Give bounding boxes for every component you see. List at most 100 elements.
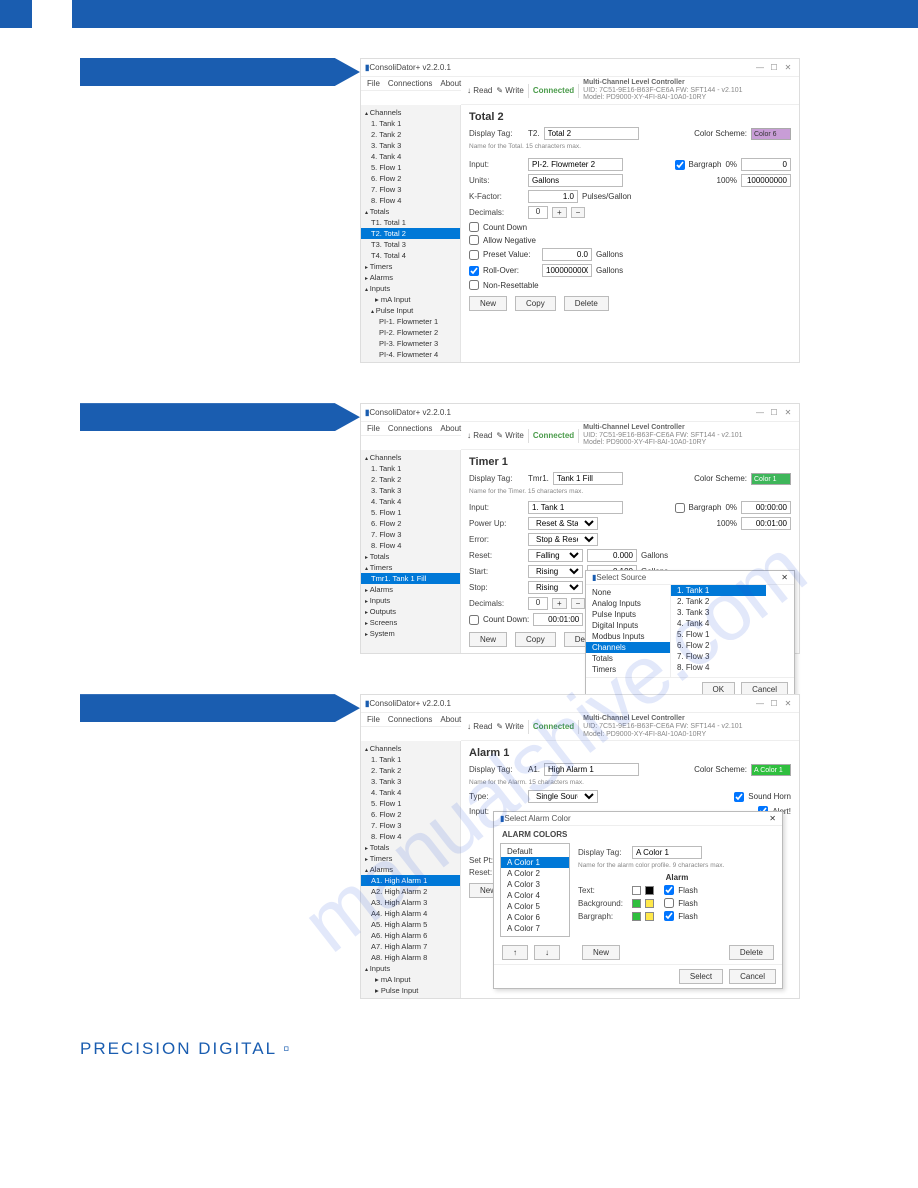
list-item[interactable]: 7. Flow 3 [671,651,766,662]
bargraph-check[interactable] [675,160,685,170]
source-type-list[interactable]: None Analog Inputs Pulse Inputs Digital … [586,585,671,677]
tree-item[interactable]: 4. Tank 4 [361,496,460,507]
tree-outputs[interactable]: Outputs [361,606,460,617]
tree-item-selected[interactable]: T2. Total 2 [361,228,460,239]
tree-item[interactable]: A7. High Alarm 7 [361,941,460,952]
reset-mode[interactable]: Falling [528,549,583,562]
select-button[interactable]: Select [679,969,723,984]
tree-alarms[interactable]: Alarms [361,864,460,875]
list-item[interactable]: A Color 3 [501,879,569,890]
tree-item[interactable]: 1. Tank 1 [361,754,460,765]
tree-item[interactable]: T4. Total 4 [361,250,460,261]
tree-item[interactable]: 8. Flow 4 [361,195,460,206]
menu-file[interactable]: File [367,424,380,433]
close-icon[interactable]: ✕ [781,408,795,417]
write-button[interactable]: ✎ Write [496,86,523,95]
color-chip[interactable] [645,912,654,921]
tree-item[interactable]: 7. Flow 3 [361,820,460,831]
delete-button[interactable]: Delete [729,945,774,960]
list-item[interactable]: Timers [586,664,670,675]
bargraph-high[interactable] [741,517,791,530]
maximize-icon[interactable]: ☐ [767,699,781,708]
tree-item[interactable]: 5. Flow 1 [361,507,460,518]
type-select[interactable]: Single Source [528,790,598,803]
menu-connections[interactable]: Connections [388,715,432,724]
list-item[interactable]: Default [501,846,569,857]
tree[interactable]: Channels 1. Tank 1 2. Tank 2 3. Tank 3 4… [361,450,461,653]
soundhorn-check[interactable] [734,792,744,802]
list-item-selected[interactable]: 1. Tank 1 [671,585,766,596]
kfactor-input[interactable] [528,190,578,203]
tree-item[interactable]: 1. Tank 1 [361,118,460,129]
tree-inputs[interactable]: Inputs [361,283,460,294]
tree-item[interactable]: 3. Tank 3 [361,140,460,151]
read-button[interactable]: ↓ Read [467,86,492,95]
list-item[interactable]: Totals [586,653,670,664]
tree-item[interactable]: ▸ mA Input [361,974,460,985]
tree-channels[interactable]: Channels [361,743,460,754]
list-item[interactable]: A Color 5 [501,901,569,912]
write-button[interactable]: ✎ Write [496,431,523,440]
list-item[interactable]: 6. Flow 2 [671,640,766,651]
minimize-icon[interactable]: — [753,408,767,417]
tree-item[interactable]: 1. Tank 1 [361,463,460,474]
tree-item[interactable]: 3. Tank 3 [361,485,460,496]
preset-check[interactable] [469,250,479,260]
list-item[interactable]: None [586,587,670,598]
tree-system[interactable]: System [361,628,460,639]
tree-item[interactable]: 4. Tank 4 [361,787,460,798]
list-item[interactable]: Digital Inputs [586,620,670,631]
color-swatch[interactable]: Color 1 [751,473,791,485]
tree-timers[interactable]: Timers [361,562,460,573]
list-item[interactable]: A Color 2 [501,868,569,879]
move-down-button[interactable]: ↓ [534,945,560,960]
countdown-check[interactable] [469,222,479,232]
tree-item[interactable]: A2. High Alarm 2 [361,886,460,897]
tree-inputs[interactable]: Inputs [361,963,460,974]
cancel-button[interactable]: Cancel [729,969,776,984]
flash-check[interactable] [664,911,674,921]
close-icon[interactable]: ✕ [769,814,776,823]
tree-item[interactable]: PI-3. Flowmeter 3 [361,338,460,349]
source-item-list[interactable]: 1. Tank 1 2. Tank 2 3. Tank 3 4. Tank 4 … [671,585,766,677]
bargraph-low[interactable] [741,158,791,171]
error-select[interactable]: Stop & Reset [528,533,598,546]
tree-item[interactable]: ▸ Pulse Input [361,985,460,996]
start-mode[interactable]: Rising [528,565,583,578]
tree-item[interactable]: A5. High Alarm 5 [361,919,460,930]
tree-inputs[interactable]: Inputs [361,595,460,606]
tree-item[interactable]: 6. Flow 2 [361,518,460,529]
close-icon[interactable]: ✕ [781,573,788,582]
color-chip[interactable] [632,899,641,908]
tree-totals[interactable]: Totals [361,842,460,853]
tree-item[interactable]: 3. Tank 3 [361,776,460,787]
display-tag-input[interactable] [544,127,639,140]
tree-item[interactable]: 6. Flow 2 [361,809,460,820]
bargraph-low[interactable] [741,501,791,514]
tree-item[interactable]: 2. Tank 2 [361,765,460,776]
tree-item[interactable]: 2. Tank 2 [361,129,460,140]
menu-about[interactable]: About [440,424,461,433]
nonreset-check[interactable] [469,280,479,290]
list-item[interactable]: Pulse Inputs [586,609,670,620]
color-chip[interactable] [645,899,654,908]
reset-val[interactable] [587,549,637,562]
tree-item[interactable]: A4. High Alarm 4 [361,908,460,919]
minimize-icon[interactable]: — [753,699,767,708]
rollover-input[interactable] [542,264,592,277]
countdown-val[interactable] [533,613,583,626]
minimize-icon[interactable]: — [753,63,767,72]
menu-connections[interactable]: Connections [388,424,432,433]
move-up-button[interactable]: ↑ [502,945,528,960]
list-item[interactable]: Modbus Inputs [586,631,670,642]
close-icon[interactable]: ✕ [781,699,795,708]
display-tag-input[interactable] [553,472,623,485]
list-item[interactable]: 8. Flow 4 [671,662,766,673]
list-item[interactable]: 3. Tank 3 [671,607,766,618]
color-swatch[interactable]: A Color 1 [751,764,791,776]
new-button[interactable]: New [582,945,620,960]
inc-button[interactable]: + [552,598,567,609]
tree-item[interactable]: PI-2. Flowmeter 2 [361,327,460,338]
list-item[interactable]: A Color 4 [501,890,569,901]
color-chip[interactable] [632,886,641,895]
